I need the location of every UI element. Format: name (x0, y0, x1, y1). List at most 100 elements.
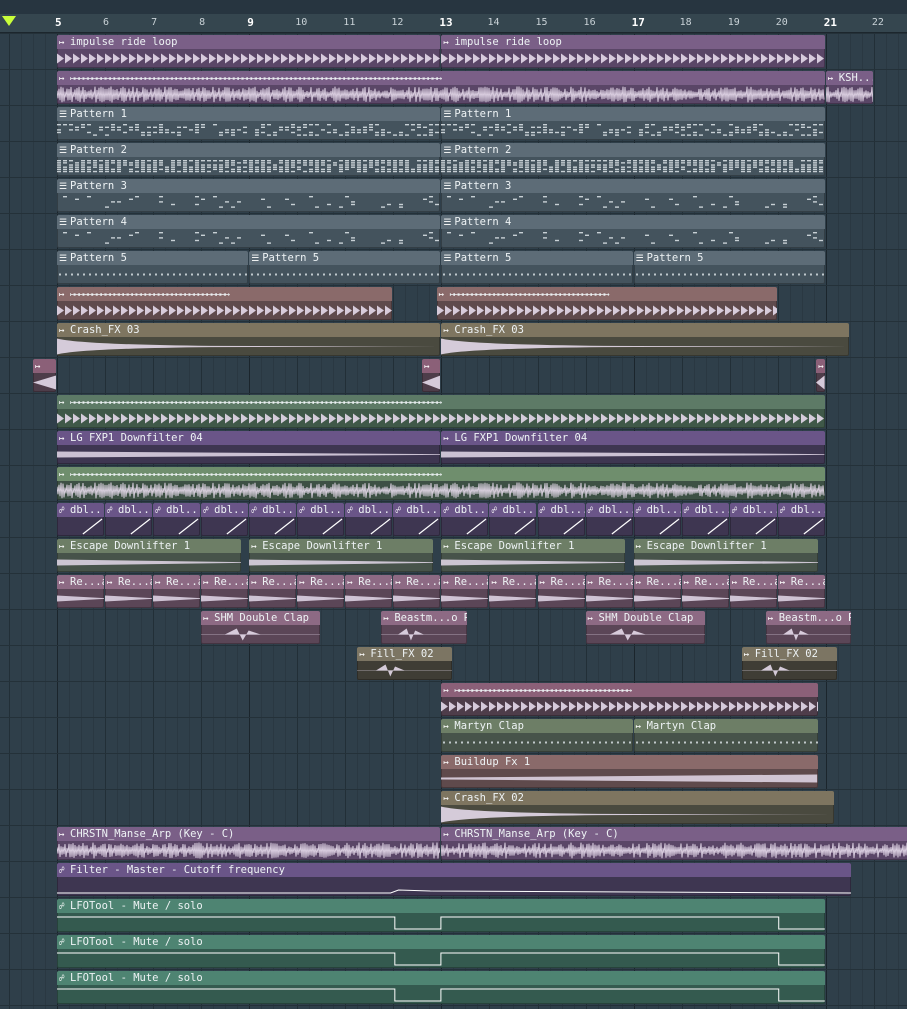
clip-header[interactable]: ↦ Re...act (153, 575, 201, 589)
clip-header[interactable]: ↦ Re...act (297, 575, 345, 589)
clip-header[interactable]: ☍ Filter - Master - Cutoff frequency (57, 863, 852, 877)
playlist-clip[interactable]: ☍ dbl...er (393, 503, 441, 536)
playlist-clip[interactable]: ↦ Crash_FX 03 (57, 323, 441, 356)
clip-header[interactable]: ☍ dbl...er (201, 503, 249, 517)
clip-header[interactable]: ↦ (32, 359, 56, 373)
playlist-clip[interactable]: ☍ LFOTool - Mute / solo (57, 935, 825, 968)
playlist-clip[interactable]: ↦ Beastm...o Rolls (381, 611, 467, 644)
playlist-clip[interactable]: ↦ impulse ride loop (441, 35, 825, 68)
clip-header[interactable]: ☍ dbl...er (105, 503, 153, 517)
clip-header[interactable]: ↦ Re...act (105, 575, 153, 589)
clip-header[interactable]: ↦ impulse ride loop (57, 35, 441, 49)
clip-header[interactable]: ↦ Escape Downlifter 1 (57, 539, 241, 553)
playlist-clip[interactable]: ↦ Re...act (777, 575, 825, 608)
clip-header[interactable]: ↦ ↦↦↦↦↦↦↦↦↦↦↦↦↦↦↦↦↦↦↦↦↦↦↦↦↦↦↦↦↦↦↦↦↦↦↦↦↦↦↦… (57, 467, 825, 481)
clip-header[interactable]: ☍ dbl...er (777, 503, 825, 517)
playlist-clip[interactable]: ↦ Martyn Clap (633, 719, 818, 752)
playlist-clip[interactable]: ↦ Re...act (489, 575, 537, 608)
playlist-clip[interactable]: ☍ dbl...er (57, 503, 105, 536)
playlist-clip[interactable]: ↦ Crash_FX 02 (441, 791, 835, 824)
clip-header[interactable]: ↦ Re...act (633, 575, 681, 589)
clip-header[interactable]: ☍ LFOTool - Mute / solo (57, 935, 825, 949)
clip-header[interactable]: ☍ dbl...er (57, 503, 105, 517)
playlist-clip[interactable]: ☰ Pattern 4 (57, 215, 441, 248)
playlist-clip[interactable]: ↦ ↦↦↦↦↦↦↦↦↦↦↦↦↦↦↦↦↦↦↦↦↦↦↦↦↦↦↦↦↦↦↦↦↦↦↦↦ (436, 287, 777, 320)
playlist-clip[interactable]: ☍ dbl...er (537, 503, 585, 536)
clip-header[interactable]: ↦ Buildup Fx 1 (441, 755, 818, 769)
playlist-clip[interactable]: ↦ CHRSTN_Manse_Arp (Key - C) (441, 827, 907, 860)
playlist-clip[interactable]: ☰ Pattern 5 (633, 251, 825, 284)
clip-header[interactable]: ☰ Pattern 1 (57, 107, 441, 121)
clip-header[interactable]: ↦ SHM Double Clap (585, 611, 705, 625)
playlist-clip[interactable]: ↦ Re...act (537, 575, 585, 608)
clip-header[interactable]: ↦ Martyn Clap (441, 719, 633, 733)
clip-header[interactable]: ☰ Pattern 5 (441, 251, 633, 265)
clip-header[interactable]: ↦ Escape Downlifter 1 (249, 539, 434, 553)
clip-header[interactable]: ☍ dbl...er (537, 503, 585, 517)
clip-header[interactable]: ↦ impulse ride loop (441, 35, 825, 49)
playlist-clip[interactable]: ↦ Re...act (105, 575, 153, 608)
clip-header[interactable]: ☍ dbl...er (585, 503, 633, 517)
clip-header[interactable]: ↦ (816, 359, 825, 373)
clip-header[interactable]: ↦ (422, 359, 441, 373)
playlist-clip[interactable]: ↦ KSH..._02 (825, 71, 873, 104)
clip-header[interactable]: ☰ Pattern 3 (57, 179, 441, 193)
playlist-clip[interactable]: ☍ dbl...er (681, 503, 729, 536)
playlist-clip[interactable]: ☍ dbl...er (585, 503, 633, 536)
playlist-clip[interactable]: ☍ dbl...er (633, 503, 681, 536)
playlist-clip[interactable]: ↦ Martyn Clap (441, 719, 633, 752)
clip-header[interactable]: ↦ Beastm...o Rolls (765, 611, 852, 625)
clip-header[interactable]: ↦ Re...act (681, 575, 729, 589)
clip-header[interactable]: ☍ dbl...er (441, 503, 489, 517)
playlist-clip[interactable]: ☰ Pattern 3 (57, 179, 441, 212)
playlist-clip[interactable]: ☰ Pattern 5 (57, 251, 249, 284)
clip-header[interactable]: ↦ LG FXP1 Downfilter 04 (57, 431, 441, 445)
playlist-clip[interactable]: ↦ Escape Downlifter 1 (441, 539, 626, 572)
clip-header[interactable]: ↦ Re...act (201, 575, 249, 589)
playlist-clip[interactable]: ↦ Escape Downlifter 1 (249, 539, 434, 572)
playlist-clip[interactable]: ☍ dbl...er (201, 503, 249, 536)
clip-header[interactable]: ☍ dbl...er (729, 503, 777, 517)
playlist-clip[interactable]: ↦ Fill_FX 02 (741, 647, 837, 680)
playlist-clip[interactable]: ↦ ↦↦↦↦↦↦↦↦↦↦↦↦↦↦↦↦↦↦↦↦↦↦↦↦↦↦↦↦↦↦↦↦↦↦↦↦↦↦↦… (57, 467, 825, 500)
playlist-clip[interactable]: ☍ dbl...er (345, 503, 393, 536)
clip-header[interactable]: ↦ Re...act (585, 575, 633, 589)
playlist-clip[interactable]: ↦ (32, 359, 56, 392)
playlist-clip[interactable]: ↦ ↦↦↦↦↦↦↦↦↦↦↦↦↦↦↦↦↦↦↦↦↦↦↦↦↦↦↦↦↦↦↦↦↦↦↦↦↦↦↦… (57, 71, 825, 104)
clip-header[interactable]: ↦ Re...act (777, 575, 825, 589)
clip-header[interactable]: ↦ ↦↦↦↦↦↦↦↦↦↦↦↦↦↦↦↦↦↦↦↦↦↦↦↦↦↦↦↦↦↦↦↦↦↦↦↦ (436, 287, 777, 301)
clip-header[interactable]: ↦ Re...act (537, 575, 585, 589)
clip-header[interactable]: ☰ Pattern 5 (57, 251, 249, 265)
playlist-clip[interactable]: ↦ LG FXP1 Downfilter 04 (441, 431, 825, 464)
playlist-clip[interactable]: ☍ dbl...er (729, 503, 777, 536)
clip-header[interactable]: ☍ dbl...er (681, 503, 729, 517)
playlist-clip[interactable]: ↦ Re...act (297, 575, 345, 608)
playlist-clip[interactable]: ☰ Pattern 1 (441, 107, 825, 140)
clip-header[interactable]: ☍ dbl...er (153, 503, 201, 517)
playlist-clip[interactable]: ↦ SHM Double Clap (201, 611, 321, 644)
clip-header[interactable]: ↦ Crash_FX 02 (441, 791, 835, 805)
clip-header[interactable]: ↦ Re...act (489, 575, 537, 589)
playlist-clip[interactable]: ☰ Pattern 5 (441, 251, 633, 284)
clip-header[interactable]: ↦ LG FXP1 Downfilter 04 (441, 431, 825, 445)
playlist-clip[interactable]: ↦ Re...act (153, 575, 201, 608)
playlist-clip[interactable]: ↦ Crash_FX 03 (441, 323, 849, 356)
clip-header[interactable]: ↦ Re...act (57, 575, 105, 589)
playlist-clip[interactable]: ☰ Pattern 2 (57, 143, 441, 176)
clip-header[interactable]: ↦ Crash_FX 03 (441, 323, 849, 337)
playlist-clip[interactable]: ↦ ↦↦↦↦↦↦↦↦↦↦↦↦↦↦↦↦↦↦↦↦↦↦↦↦↦↦↦↦↦↦↦↦↦↦↦↦ (57, 287, 393, 320)
playlist-clip[interactable]: ☍ dbl...er (105, 503, 153, 536)
clip-header[interactable]: ↦ Re...act (249, 575, 297, 589)
playlist-clip[interactable]: ↦ SHM Double Clap (585, 611, 705, 644)
playlist-clip[interactable]: ↦ Re...act (393, 575, 441, 608)
playlist-clip[interactable]: ↦ Re...act (201, 575, 249, 608)
playlist-clip[interactable]: ↦ Re...act (729, 575, 777, 608)
playlist-clip[interactable]: ☰ Pattern 5 (249, 251, 441, 284)
clip-header[interactable]: ☰ Pattern 5 (249, 251, 441, 265)
clip-header[interactable]: ☍ dbl...er (393, 503, 441, 517)
clip-header[interactable]: ☰ Pattern 4 (441, 215, 825, 229)
playlist-clip[interactable]: ↦ (422, 359, 441, 392)
playlist-clip[interactable]: ↦ Re...act (249, 575, 297, 608)
clip-header[interactable]: ☍ dbl...er (633, 503, 681, 517)
playlist-clip[interactable]: ☰ Pattern 3 (441, 179, 825, 212)
